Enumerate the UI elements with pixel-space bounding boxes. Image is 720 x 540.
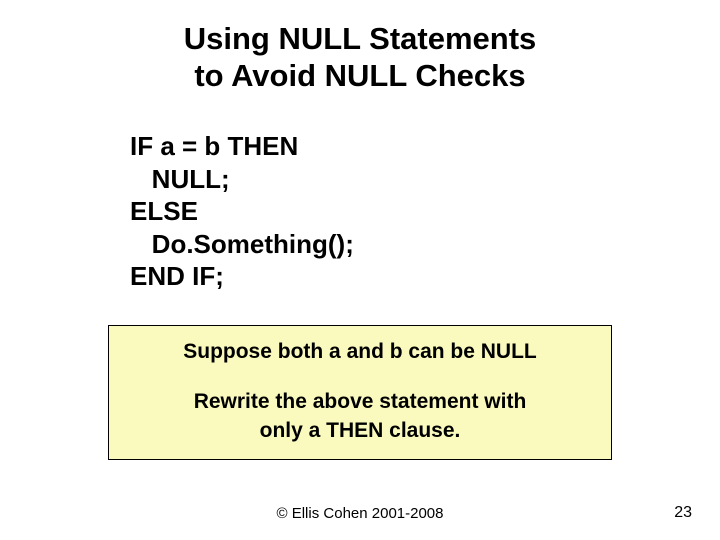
code-line-5: END IF; [130, 260, 720, 293]
slide-title: Using NULL Statements to Avoid NULL Chec… [0, 0, 720, 94]
code-line-4: Do.Something(); [130, 228, 720, 261]
callout-box: Suppose both a and b can be NULL Rewrite… [108, 325, 612, 460]
slide: Using NULL Statements to Avoid NULL Chec… [0, 0, 720, 540]
code-line-3: ELSE [130, 195, 720, 228]
callout-line-2: Rewrite the above statement with [119, 388, 601, 416]
page-number: 23 [674, 504, 692, 522]
footer-copyright: © Ellis Cohen 2001-2008 [0, 505, 720, 522]
code-line-1: IF a = b THEN [130, 130, 720, 163]
code-block: IF a = b THEN NULL; ELSE Do.Something();… [130, 130, 720, 293]
callout-line-1: Suppose both a and b can be NULL [119, 338, 601, 366]
callout-line-3: only a THEN clause. [119, 417, 601, 445]
callout-spacer [119, 366, 601, 388]
code-line-2: NULL; [130, 163, 720, 196]
